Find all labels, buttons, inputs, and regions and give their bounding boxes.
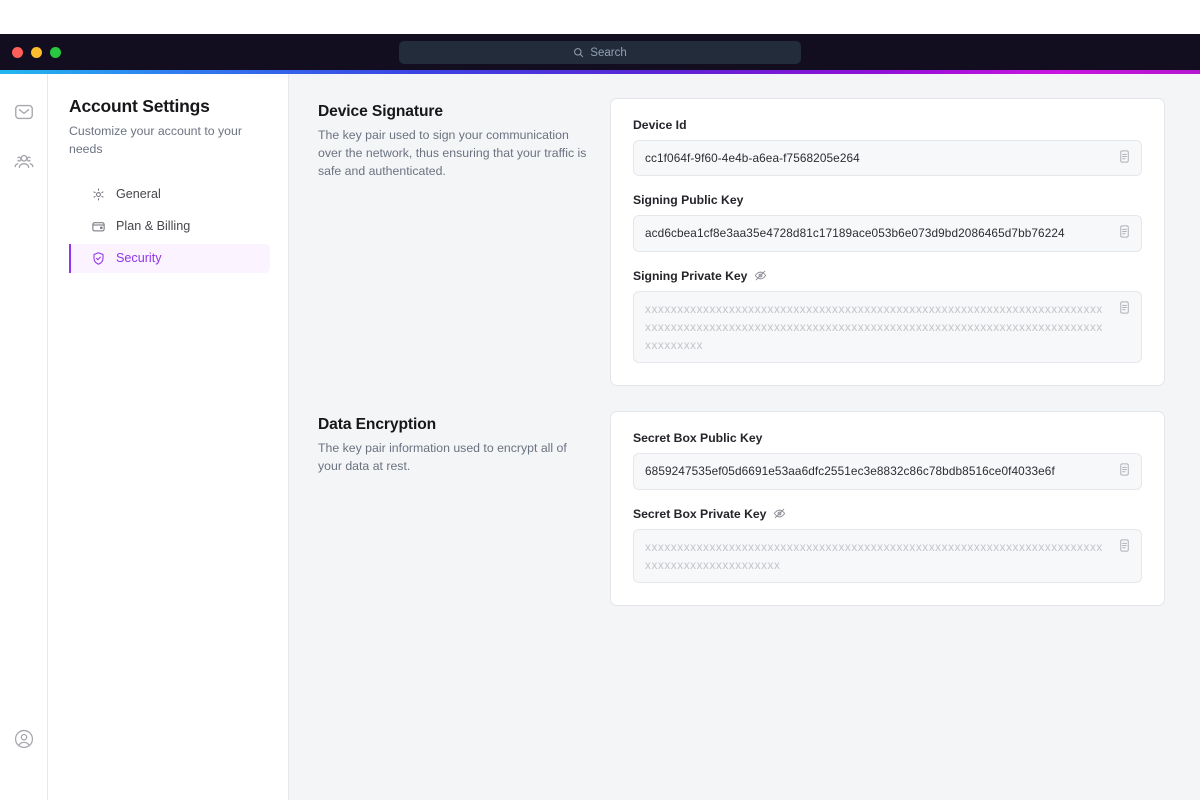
eye-off-icon[interactable] (754, 269, 767, 282)
field-label: Signing Private Key (633, 269, 1142, 283)
eye-off-icon[interactable] (773, 507, 786, 520)
section-heading: Data Encryption (318, 416, 437, 434)
secret-box-private-key-input[interactable]: xxxxxxxxxxxxxxxxxxxxxxxxxxxxxxxxxxxxxxxx… (633, 528, 1142, 584)
copy-icon[interactable] (1117, 224, 1132, 239)
page-title: Account Settings (69, 96, 210, 116)
signing-public-key-input[interactable]: acd6cbea1cf8e3aa35e4728d81c17189ace053b6… (633, 215, 1142, 252)
copy-icon[interactable] (1117, 462, 1132, 477)
minimize-window-button[interactable] (31, 46, 42, 58)
settings-nav-list: General Plan & Billing Security (69, 180, 270, 273)
secret-box-public-key-input[interactable]: 6859247535ef05d6691e53aa6dfc2551ec3e8832… (633, 453, 1142, 490)
sidebar-item-label: Plan & Billing (116, 219, 191, 234)
field-signing-public-key: Signing Public Key acd6cbea1cf8e3aa35e47… (633, 193, 1142, 252)
field-label: Secret Box Private Key (633, 507, 1142, 521)
zoom-window-button[interactable] (50, 46, 61, 58)
field-label-text: Secret Box Private Key (633, 506, 767, 521)
section-description: The key pair used to sign your communica… (318, 128, 587, 178)
sidebar-item-general[interactable]: General (69, 180, 270, 209)
field-label: Secret Box Public Key (633, 431, 1142, 445)
gear-icon (91, 187, 106, 202)
field-device-id: Device Id cc1f064f-9f60-4e4b-a6ea-f75682… (633, 118, 1142, 177)
field-secret-box-public-key: Secret Box Public Key 6859247535ef05d669… (633, 431, 1142, 490)
copy-icon[interactable] (1117, 538, 1132, 553)
section-description: The key pair information used to encrypt… (318, 441, 567, 474)
field-value: xxxxxxxxxxxxxxxxxxxxxxxxxxxxxxxxxxxxxxxx… (645, 301, 1103, 353)
field-value: 6859247535ef05d6691e53aa6dfc2551ec3e8832… (645, 464, 1055, 479)
device-id-input[interactable]: cc1f064f-9f60-4e4b-a6ea-f7568205e264 (633, 140, 1142, 177)
sidebar-item-security[interactable]: Security (69, 243, 270, 273)
device-signature-card: Device Id cc1f064f-9f60-4e4b-a6ea-f75682… (610, 98, 1165, 387)
settings-sidebar: Account Settings Customize your account … (48, 74, 289, 800)
sidebar-item-label: Security (116, 251, 162, 266)
settings-main-content: Device Signature The key pair used to si… (289, 74, 1200, 800)
app-icon-rail (0, 74, 48, 800)
field-label-text: Signing Public Key (633, 193, 744, 208)
signing-private-key-input[interactable]: xxxxxxxxxxxxxxxxxxxxxxxxxxxxxxxxxxxxxxxx… (633, 290, 1142, 364)
search-input[interactable]: Search (399, 41, 801, 64)
search-icon (573, 47, 584, 58)
field-label: Signing Public Key (633, 193, 1142, 207)
user-avatar-icon[interactable] (13, 728, 35, 750)
field-label: Device Id (633, 118, 1142, 132)
field-label-text: Secret Box Public Key (633, 431, 763, 446)
data-encryption-card: Secret Box Public Key 6859247535ef05d669… (610, 411, 1165, 607)
field-value: cc1f064f-9f60-4e4b-a6ea-f7568205e264 (645, 151, 860, 165)
wallet-icon (91, 219, 106, 234)
section-description-block: Device Signature The key pair used to si… (318, 98, 610, 181)
copy-icon[interactable] (1117, 149, 1132, 164)
field-value: acd6cbea1cf8e3aa35e4728d81c17189ace053b6… (645, 226, 1065, 241)
field-label-text: Signing Private Key (633, 268, 748, 283)
section-description-block: Data Encryption The key pair information… (318, 411, 610, 476)
mail-icon[interactable] (13, 101, 35, 123)
section-device-signature: Device Signature The key pair used to si… (318, 98, 1165, 387)
search-placeholder-text: Search (590, 46, 627, 59)
sidebar-item-plan-billing[interactable]: Plan & Billing (69, 212, 270, 241)
traffic-light-buttons (0, 46, 61, 58)
copy-icon[interactable] (1117, 300, 1132, 315)
shield-check-icon (91, 251, 106, 266)
field-secret-box-private-key: Secret Box Private Key xxxxxxxxxxxxxxxxx… (633, 507, 1142, 584)
app-window: Search Account Settings Customize your a… (0, 0, 1200, 800)
sidebar-item-label: General (116, 187, 161, 202)
field-value: xxxxxxxxxxxxxxxxxxxxxxxxxxxxxxxxxxxxxxxx… (645, 539, 1103, 572)
page-subtitle: Customize your account to your needs (69, 124, 242, 156)
field-label-text: Device Id (633, 118, 687, 132)
field-signing-private-key: Signing Private Key xxxxxxxxxxxxxxxxxxxx… (633, 269, 1142, 364)
section-heading: Device Signature (318, 103, 443, 120)
close-window-button[interactable] (12, 46, 23, 58)
section-data-encryption: Data Encryption The key pair information… (318, 411, 1165, 607)
people-icon[interactable] (13, 151, 35, 173)
